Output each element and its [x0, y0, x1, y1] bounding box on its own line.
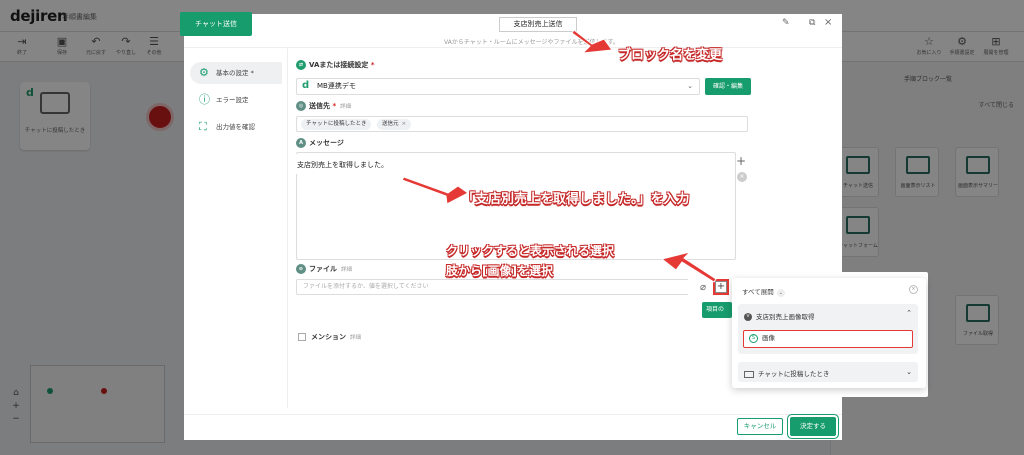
annotation-arrows	[401, 29, 717, 283]
annotation-select-2: 肢から[画像]を選択	[446, 264, 553, 278]
annotation-input: 「支店別売上を取得しました。」を入力	[462, 192, 690, 207]
annotation-rename: ブロック名を変更	[618, 48, 723, 63]
annotation-select-1: クリックすると表示される選択	[446, 244, 615, 258]
